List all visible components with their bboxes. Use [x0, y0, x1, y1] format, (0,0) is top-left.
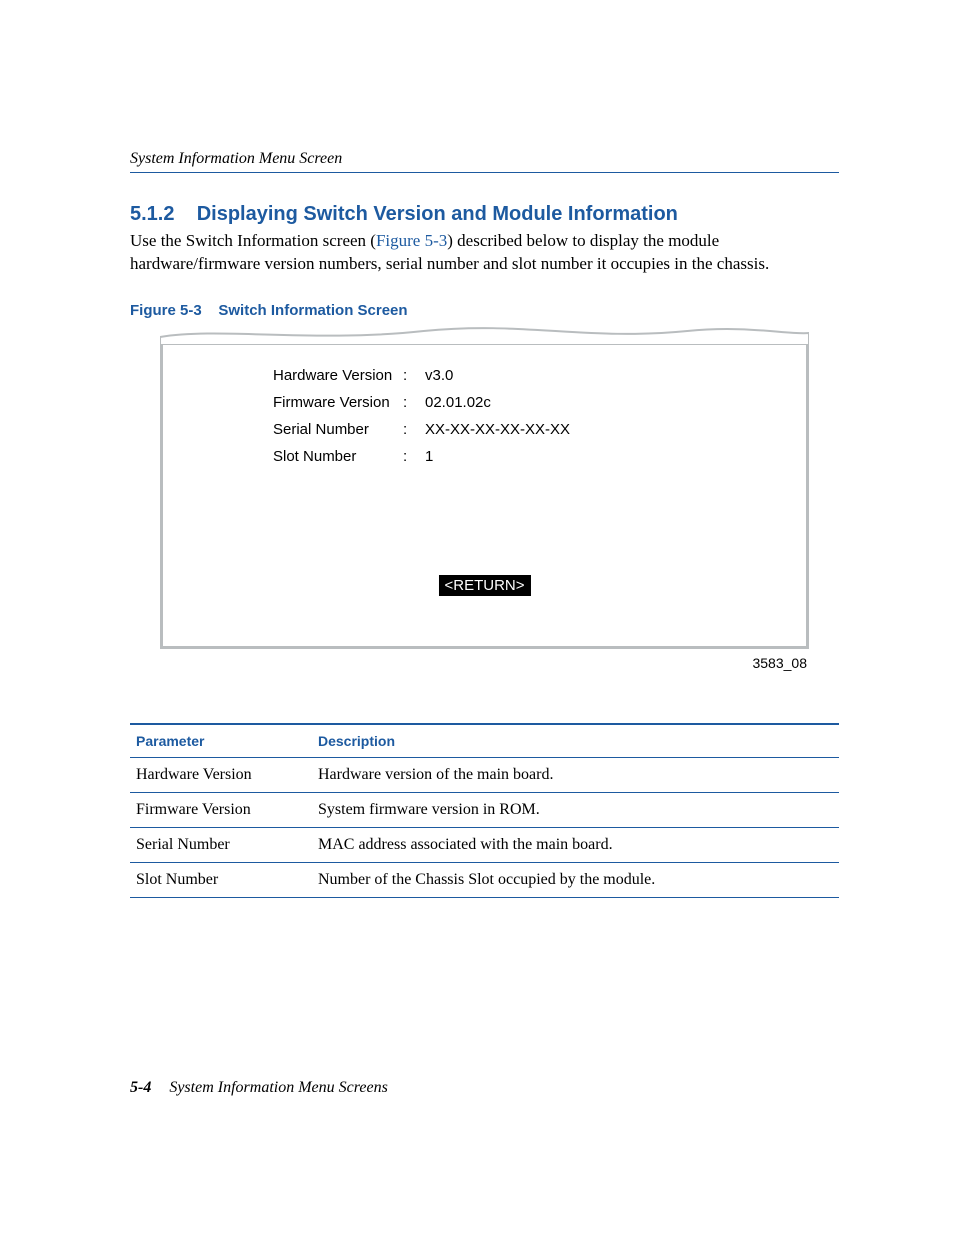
colon: :: [403, 394, 425, 411]
page-number: 5-4: [130, 1079, 151, 1096]
intro-pre: Use the Switch Information screen (: [130, 231, 376, 250]
row-label: Serial Number: [273, 421, 403, 438]
torn-edge-icon: [160, 325, 809, 345]
cell-param: Firmware Version: [130, 792, 312, 827]
return-button[interactable]: <RETURN>: [438, 575, 530, 596]
table-row: Firmware Version System firmware version…: [130, 792, 839, 827]
cell-desc: Number of the Chassis Slot occupied by t…: [312, 862, 839, 897]
figure-caption: Figure 5-3 Switch Information Screen: [130, 302, 839, 319]
running-header: System Information Menu Screen: [130, 150, 839, 173]
figure-caption-label: Figure 5-3: [130, 302, 202, 319]
intro-paragraph: Use the Switch Information screen (Figur…: [130, 230, 839, 276]
cell-desc: System firmware version in ROM.: [312, 792, 839, 827]
cell-param: Serial Number: [130, 827, 312, 862]
row-value: 02.01.02c: [425, 394, 491, 411]
row-label: Slot Number: [273, 448, 403, 465]
page-footer: 5-4 System Information Menu Screens: [130, 1079, 388, 1097]
heading-number: 5.1.2: [130, 203, 174, 225]
table-header-parameter: Parameter: [130, 724, 312, 758]
info-row: Firmware Version : 02.01.02c: [273, 394, 570, 411]
table-row: Hardware Version Hardware version of the…: [130, 757, 839, 792]
info-row: Hardware Version : v3.0: [273, 367, 570, 384]
cell-desc: MAC address associated with the main boa…: [312, 827, 839, 862]
colon: :: [403, 448, 425, 465]
colon: :: [403, 367, 425, 384]
figure: Hardware Version : v3.0 Firmware Version…: [130, 339, 839, 671]
info-row: Serial Number : XX-XX-XX-XX-XX-XX: [273, 421, 570, 438]
cell-param: Hardware Version: [130, 757, 312, 792]
parameter-table: Parameter Description Hardware Version H…: [130, 723, 839, 898]
row-value: v3.0: [425, 367, 453, 384]
terminal-screen: Hardware Version : v3.0 Firmware Version…: [160, 339, 809, 649]
figure-id: 3583_08: [130, 655, 807, 671]
figure-link[interactable]: Figure 5-3: [376, 231, 447, 250]
row-label: Hardware Version: [273, 367, 403, 384]
table-header-description: Description: [312, 724, 839, 758]
cell-desc: Hardware version of the main board.: [312, 757, 839, 792]
footer-title: System Information Menu Screens: [169, 1079, 387, 1096]
page: System Information Menu Screen 5.1.2 Dis…: [0, 0, 954, 1235]
colon: :: [403, 421, 425, 438]
table-row: Serial Number MAC address associated wit…: [130, 827, 839, 862]
row-value: 1: [425, 448, 433, 465]
cell-param: Slot Number: [130, 862, 312, 897]
section-heading: 5.1.2 Displaying Switch Version and Modu…: [130, 203, 839, 226]
info-rows: Hardware Version : v3.0 Firmware Version…: [273, 367, 570, 475]
figure-caption-title: Switch Information Screen: [218, 302, 407, 319]
row-label: Firmware Version: [273, 394, 403, 411]
table-row: Slot Number Number of the Chassis Slot o…: [130, 862, 839, 897]
info-row: Slot Number : 1: [273, 448, 570, 465]
row-value: XX-XX-XX-XX-XX-XX: [425, 421, 570, 438]
heading-title: Displaying Switch Version and Module Inf…: [197, 203, 678, 225]
